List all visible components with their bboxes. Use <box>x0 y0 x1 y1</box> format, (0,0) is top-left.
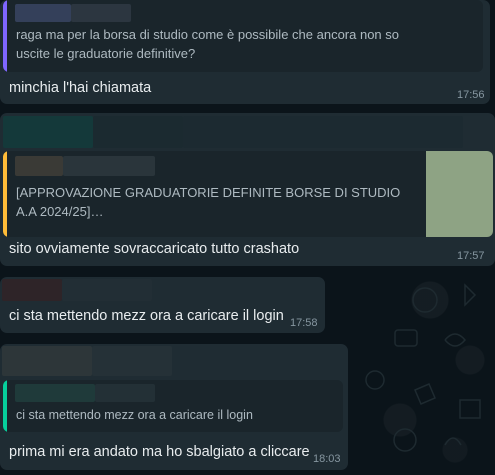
redacted-sender-name <box>62 279 152 301</box>
redacted-sender-name <box>15 4 71 22</box>
message-timestamp: 17:58 <box>290 317 318 329</box>
message-text: minchia l'hai chiamata <box>9 80 152 96</box>
quoted-image-thumbnail <box>426 151 493 237</box>
redacted-sender-name <box>71 4 131 22</box>
redacted-sender-name <box>63 156 155 176</box>
message-text: sito ovviamente sovraccaricato tutto cra… <box>9 241 300 257</box>
quoted-message[interactable]: [APPROVAZIONE GRADUATORIE DEFINITE BORSE… <box>3 151 493 237</box>
quoted-text: raga ma per la borsa di studio come è po… <box>16 27 399 61</box>
message-timestamp: 17:57 <box>457 250 485 262</box>
redacted-sender-name <box>2 346 92 376</box>
doodle-icon <box>365 283 481 452</box>
redacted-sender-name <box>95 384 155 402</box>
redacted-sender-name <box>93 116 183 148</box>
message-timestamp: 18:03 <box>313 453 341 465</box>
redacted-sender-name <box>3 116 93 148</box>
quoted-message[interactable]: raga ma per la borsa di studio come è po… <box>3 0 483 72</box>
message-text: ci sta mettendo mezz ora a caricare il l… <box>9 308 284 324</box>
message-bubble[interactable]: ci sta mettendo mezz ora a caricare il l… <box>0 277 325 333</box>
quote-accent-bar <box>3 380 7 432</box>
redacted-sender-name <box>183 116 463 148</box>
message-bubble[interactable]: ci sta mettendo mezz ora a caricare il l… <box>0 344 348 470</box>
redacted-sender-name <box>92 346 172 376</box>
redacted-sender-name <box>15 384 95 402</box>
message-timestamp: 17:56 <box>457 89 485 101</box>
message-bubble[interactable]: [APPROVAZIONE GRADUATORIE DEFINITE BORSE… <box>0 113 495 266</box>
quote-accent-bar <box>3 0 7 72</box>
quoted-text: [APPROVAZIONE GRADUATORIE DEFINITE BORSE… <box>16 185 401 219</box>
quoted-message[interactable]: ci sta mettendo mezz ora a caricare il l… <box>3 380 343 432</box>
message-bubble[interactable]: raga ma per la borsa di studio come è po… <box>0 0 490 104</box>
message-text: prima mi era andato ma ho sbalgiato a cl… <box>9 444 310 460</box>
redacted-sender-name <box>2 279 62 301</box>
redacted-sender-name <box>15 156 63 176</box>
quoted-text: ci sta mettendo mezz ora a caricare il l… <box>16 408 253 422</box>
quote-accent-bar <box>3 151 7 237</box>
